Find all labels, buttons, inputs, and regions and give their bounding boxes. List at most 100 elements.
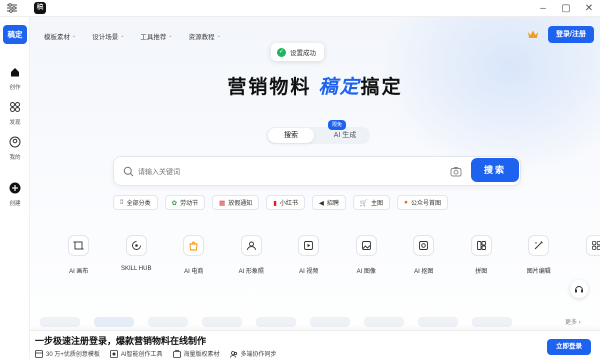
- chip-holiday-notice[interactable]: ▦ 放假通知: [212, 195, 260, 210]
- search-input[interactable]: [138, 165, 438, 179]
- chip-labor-day[interactable]: ✿ 劳动节: [164, 195, 206, 210]
- crown-icon[interactable]: [527, 29, 539, 39]
- search-box: [113, 156, 521, 186]
- apps-icon: [591, 241, 600, 250]
- portrait-icon: [246, 241, 256, 251]
- tool-skill-hub[interactable]: SKILL HUB: [108, 235, 166, 275]
- tool-collage[interactable]: 拼图: [453, 235, 511, 275]
- skill-icon: [131, 241, 141, 250]
- quick-category-chips: ⁞⁞ 全部分类 ✿ 劳动节 ▦ 放假通知 ▮ 小红书 ◀ 招聘 🛒 主图 ● 公众号首图: [113, 195, 448, 210]
- category-tab[interactable]: [364, 317, 404, 327]
- tool-label: AI 图像: [356, 269, 376, 275]
- category-tab[interactable]: [310, 317, 350, 327]
- nav-tools[interactable]: 工具推荐 ⌄: [140, 31, 172, 41]
- promo-feature: 海量版权素材: [172, 349, 220, 358]
- category-tab[interactable]: [472, 317, 512, 327]
- image-search-camera-icon[interactable]: [450, 166, 462, 177]
- tool-label: 拼图: [475, 269, 488, 275]
- chip-all-categories[interactable]: ⁞⁞ 全部分类: [113, 195, 158, 210]
- title-bar: 稿 – ▢ ✕: [0, 0, 600, 17]
- minimize-button[interactable]: –: [536, 1, 550, 15]
- promo-title: 一步极速注册登录，爆款营销物料在线制作: [35, 336, 207, 346]
- image-icon: [361, 241, 371, 250]
- sidebar-item-mine[interactable]: 我的: [0, 136, 30, 161]
- tool-ai-portrait[interactable]: AI 形象照: [223, 235, 281, 275]
- nav-templates[interactable]: 模板素材 ⌄: [44, 31, 76, 41]
- chip-label: 公众号首图: [410, 201, 441, 207]
- chevron-down-icon: ⌄: [216, 33, 221, 39]
- promo-feature: AI智能创作工具: [109, 349, 163, 358]
- chip-label: 放假通知: [228, 201, 253, 207]
- canvas-icon: [73, 241, 84, 250]
- more-link[interactable]: 更多 ›: [565, 317, 581, 326]
- toast-text: 设置成功: [290, 50, 316, 57]
- category-tab[interactable]: [40, 317, 80, 327]
- hero-title: 营销物料 稿定搞定: [30, 72, 600, 99]
- sidebar-item-label: 创作: [9, 85, 21, 91]
- sidebar-item-create[interactable]: 创作: [0, 66, 30, 91]
- tool-label: AI 形象照: [238, 269, 264, 275]
- chip-recruitment[interactable]: ◀ 招聘: [311, 195, 346, 210]
- category-tab[interactable]: [256, 317, 296, 327]
- home-icon: [11, 68, 19, 77]
- cutout-icon: [419, 241, 429, 250]
- chevron-down-icon: ⌄: [168, 33, 173, 39]
- category-tab[interactable]: [418, 317, 458, 327]
- main-content: 模板素材 ⌄ 设计场景 ⌄ 工具推荐 ⌄ 资源教程 ⌄ 登录/注册 ✓ 设置成功 营销物…: [30, 17, 600, 359]
- customer-support-button[interactable]: [570, 280, 588, 298]
- login-now-button[interactable]: 立即登录: [547, 339, 591, 355]
- collage-icon: [476, 241, 486, 250]
- maximize-button[interactable]: ▢: [559, 1, 573, 15]
- search-mode-tabs: 搜索 AI 生成: [266, 127, 370, 144]
- nav-label: 模板素材: [44, 34, 70, 41]
- chip-label: 主图: [370, 201, 383, 207]
- video-icon: [304, 241, 314, 250]
- sidebar-item-discover[interactable]: 发现: [0, 101, 30, 126]
- login-promo-banner: 一步极速注册登录，爆款营销物料在线制作 30 万+优质创意模板 AI智能创作工具…: [30, 330, 600, 359]
- tool-ai-cutout[interactable]: AI 抠图: [395, 235, 453, 275]
- megaphone-icon: ◀: [318, 199, 324, 207]
- chip-main-image[interactable]: 🛒 主图: [352, 195, 390, 210]
- promo-feature-label: AI智能创作工具: [120, 352, 163, 358]
- chip-xiaohongshu[interactable]: ▮ 小红书: [266, 195, 305, 210]
- category-strip: [40, 317, 580, 331]
- sidebar-item-new[interactable]: 创建: [0, 182, 30, 207]
- tool-image-edit[interactable]: 图片编辑: [510, 235, 568, 275]
- tool-more-apps[interactable]: [568, 235, 600, 275]
- nav-label: 资源教程: [188, 34, 215, 41]
- check-circle-icon: ✓: [277, 47, 286, 57]
- tool-ai-canvas[interactable]: AI 画布: [50, 235, 108, 275]
- chevron-down-icon: ⌄: [72, 33, 77, 39]
- hero-title-prefix: 营销物料: [227, 77, 319, 98]
- tool-grid: AI 画布 SKILL HUB AI 电商 AI 形象照 AI 视频 AI 图像…: [50, 235, 600, 275]
- tool-label: AI 画布: [69, 269, 89, 275]
- category-tab[interactable]: [202, 317, 242, 327]
- chevron-down-icon: ⌄: [120, 33, 125, 39]
- chip-label: 全部分类: [126, 201, 151, 207]
- chip-label: 招聘: [326, 201, 339, 207]
- close-button[interactable]: ✕: [582, 1, 596, 15]
- nav-design-scenes[interactable]: 设计场景 ⌄: [92, 31, 124, 41]
- chip-wechat-cover[interactable]: ● 公众号首图: [397, 195, 448, 210]
- team-sync-icon: [229, 350, 237, 358]
- tool-ai-ecommerce[interactable]: AI 电商: [165, 235, 223, 275]
- tool-ai-video[interactable]: AI 视频: [280, 235, 338, 275]
- tool-ai-image[interactable]: AI 图像: [338, 235, 396, 275]
- promo-feature-label: 30 万+优质创意模板: [46, 352, 100, 358]
- sidebar-logo[interactable]: 稿定: [3, 25, 27, 44]
- category-tab[interactable]: [148, 317, 188, 327]
- tab-ai-generate[interactable]: AI 生成: [322, 128, 368, 143]
- ai-tools-icon: [109, 349, 118, 358]
- app-logo: 稿: [34, 2, 46, 14]
- sidebar-item-label: 我的: [9, 155, 21, 161]
- tool-label: AI 电商: [184, 269, 204, 275]
- sidebar-item-label: 创建: [9, 201, 21, 207]
- promo-feature-label: 海量版权素材: [183, 352, 220, 358]
- settings-sliders-icon[interactable]: [6, 2, 18, 14]
- tab-search[interactable]: 搜索: [268, 128, 314, 143]
- category-tab[interactable]: [94, 317, 134, 327]
- search-button[interactable]: 搜索: [471, 158, 519, 182]
- cart-icon: 🛒: [359, 199, 368, 207]
- login-register-button[interactable]: 登录/注册: [548, 26, 594, 43]
- nav-resources[interactable]: 资源教程 ⌄: [189, 31, 221, 41]
